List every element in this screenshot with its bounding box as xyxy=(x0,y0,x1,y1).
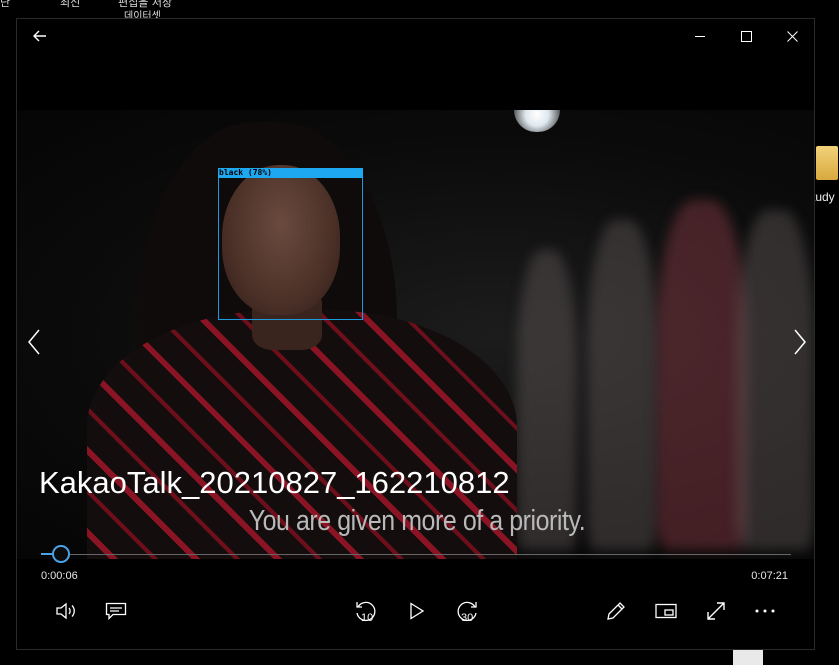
back-arrow-icon xyxy=(33,30,46,42)
skip-back-button[interactable]: 10 xyxy=(346,593,386,629)
seek-bar[interactable] xyxy=(41,545,791,563)
skip-forward-icon: 30 xyxy=(457,601,477,624)
mini-view-button[interactable] xyxy=(646,593,686,629)
captions-icon xyxy=(105,602,127,620)
skip-back-icon: 10 xyxy=(356,601,376,624)
background-person xyxy=(587,220,657,550)
minimize-button[interactable] xyxy=(677,19,723,53)
minimize-icon xyxy=(695,36,705,37)
play-icon xyxy=(410,602,425,620)
pencil-icon xyxy=(607,602,625,620)
elapsed-time: 0:00:06 xyxy=(41,570,78,582)
maximize-button[interactable] xyxy=(723,19,769,53)
stage-light xyxy=(514,110,560,132)
play-button[interactable] xyxy=(397,593,437,629)
titlebar xyxy=(17,19,814,53)
seek-thumb[interactable] xyxy=(52,545,70,563)
desktop-label[interactable]: 난 xyxy=(0,0,10,10)
folder-icon xyxy=(816,146,838,180)
mini-view-icon xyxy=(655,603,677,619)
subtitle: You are given more of a priority. xyxy=(248,505,586,537)
next-button[interactable] xyxy=(785,322,814,362)
volume-icon xyxy=(56,602,75,620)
total-time: 0:07:21 xyxy=(751,570,788,582)
svg-text:30: 30 xyxy=(461,612,473,624)
skip-forward-button[interactable]: 30 xyxy=(447,593,487,629)
previous-button[interactable] xyxy=(19,322,49,362)
face-detection-box: black (78%) xyxy=(218,168,363,320)
fullscreen-icon xyxy=(707,602,725,620)
captions-button[interactable] xyxy=(96,593,136,629)
desktop-folder[interactable]: tudy xyxy=(812,140,839,210)
media-player-window: black (78%) You are given more of a prio… xyxy=(16,18,815,650)
svg-text:10: 10 xyxy=(361,612,373,624)
detection-label: black (78%) xyxy=(218,168,363,178)
chevron-left-icon xyxy=(28,329,40,355)
edit-button[interactable] xyxy=(596,593,636,629)
close-icon xyxy=(786,30,798,42)
background-person xyxy=(737,210,814,550)
volume-button[interactable] xyxy=(46,593,86,629)
more-options-button[interactable] xyxy=(745,593,785,629)
chevron-right-icon xyxy=(794,329,806,355)
close-button[interactable] xyxy=(769,19,815,53)
desktop-corner-item xyxy=(733,650,763,665)
folder-label: tudy xyxy=(812,190,835,204)
background-person xyxy=(657,200,747,550)
seek-track xyxy=(41,554,791,555)
desktop-top-labels: 난 최신 편집을 저장 데이터셋 xyxy=(0,0,839,22)
back-button[interactable] xyxy=(17,19,63,53)
fullscreen-button[interactable] xyxy=(696,593,736,629)
file-title: KakaoTalk_20210827_162210812 xyxy=(39,465,510,500)
more-options-icon xyxy=(755,609,775,613)
desktop-label[interactable]: 최신 xyxy=(60,0,80,10)
maximize-icon xyxy=(740,30,752,42)
